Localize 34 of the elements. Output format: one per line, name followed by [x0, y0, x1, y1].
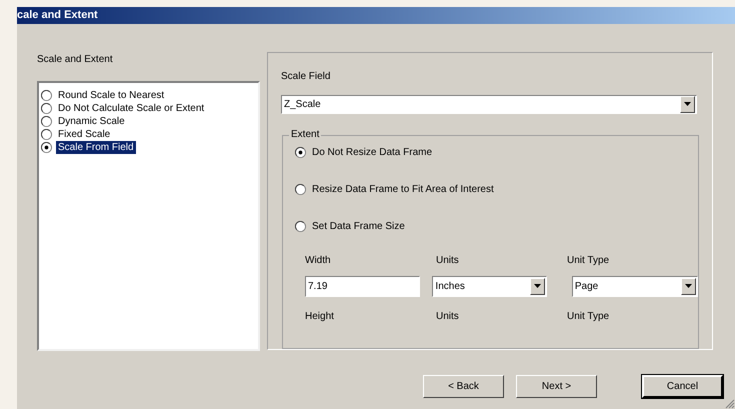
- list-option[interactable]: Scale From Field: [56, 141, 136, 154]
- column-label: Units: [436, 254, 460, 268]
- radio-button[interactable]: [41, 116, 52, 127]
- list-option[interactable]: Do Not Calculate Scale or Extent: [56, 102, 206, 115]
- list-option[interactable]: Round Scale to Nearest: [56, 89, 166, 102]
- radio-label: Resize Data Frame to Fit Area of Interest: [312, 182, 494, 197]
- radio-label: Do Not Resize Data Frame: [312, 146, 432, 160]
- width-input[interactable]: 7.19: [305, 276, 420, 297]
- field-label: Scale Field: [281, 70, 332, 84]
- dialog-button[interactable]: < Back: [423, 375, 504, 398]
- list-option[interactable]: Fixed Scale: [56, 128, 112, 141]
- column-label: Units: [436, 310, 460, 324]
- column-label: Height: [305, 310, 335, 324]
- options-list[interactable]: Round Scale to Nearest Do Not Calculate Scale or Extent Dynamic Scale Fixed Scale Scale From Field: [37, 81, 260, 351]
- radio-button[interactable]: [295, 220, 306, 232]
- column-label: Unit Type: [567, 254, 610, 268]
- radio-button[interactable]: [41, 90, 52, 101]
- dropdown-field[interactable]: Inches: [432, 276, 547, 297]
- section-label: Scale and Extent: [37, 53, 114, 67]
- radio-button[interactable]: [41, 142, 52, 153]
- radio-button[interactable]: [295, 146, 306, 158]
- dialog-button[interactable]: Cancel: [642, 375, 723, 398]
- window-title: cale and Extent: [17, 10, 98, 21]
- dialog-button[interactable]: Next >: [516, 375, 597, 398]
- radio-button[interactable]: [41, 129, 52, 140]
- dropdown-field[interactable]: Page: [572, 276, 698, 297]
- column-label: Width: [305, 254, 332, 268]
- list-option[interactable]: Dynamic Scale: [56, 115, 127, 128]
- radio-label: Set Data Frame Size: [312, 220, 405, 234]
- column-label: Unit Type: [567, 310, 610, 324]
- radio-button[interactable]: [295, 184, 306, 195]
- resize-grip-icon[interactable]: [725, 399, 735, 409]
- dropdown-field[interactable]: Z_Scale: [281, 94, 697, 114]
- radio-button[interactable]: [41, 103, 52, 114]
